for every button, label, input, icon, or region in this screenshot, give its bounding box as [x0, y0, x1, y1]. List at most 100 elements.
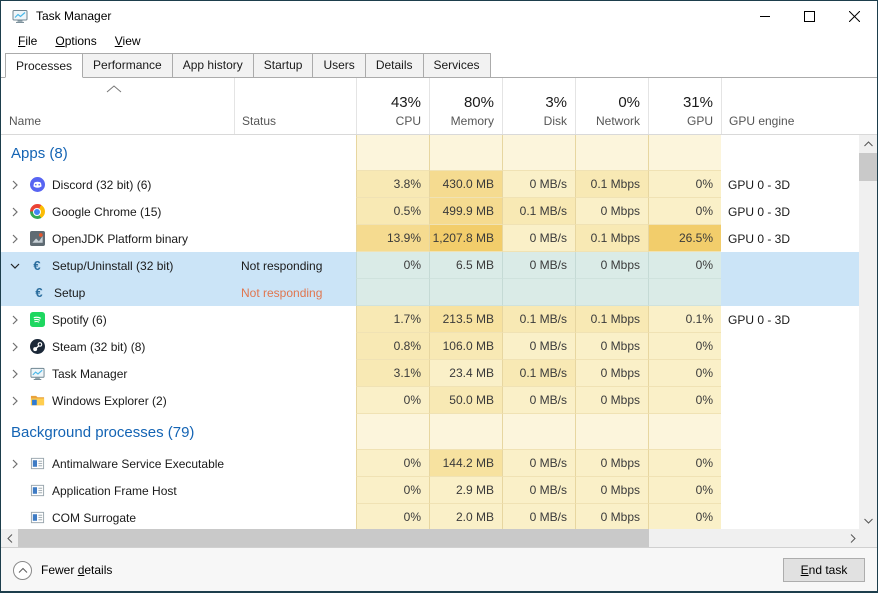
column-header-network[interactable]: 0%Network — [575, 78, 648, 134]
chevron-down-icon[interactable] — [7, 262, 23, 270]
disk-cell: 0.1 MB/s — [502, 198, 575, 225]
scroll-up-icon[interactable] — [859, 135, 877, 152]
cpu-cell: 0% — [356, 504, 429, 529]
scroll-down-icon[interactable] — [859, 512, 877, 529]
network-cell: 0 Mbps — [575, 333, 648, 360]
group-header-apps[interactable]: Apps (8) — [1, 135, 861, 171]
chevron-up-circle-icon[interactable] — [13, 561, 32, 580]
column-header-disk[interactable]: 3%Disk — [502, 78, 575, 134]
horizontal-scrollbar[interactable] — [1, 529, 861, 547]
process-row-task-manager[interactable]: Task Manager 3.1% 23.4 MB 0.1 MB/s 0 Mbp… — [1, 360, 861, 387]
gpu-engine-cell — [721, 477, 861, 504]
tab-services[interactable]: Services — [423, 53, 491, 77]
gpu-cell: 0% — [648, 360, 721, 387]
disk-cell: 0 MB/s — [502, 171, 575, 198]
fewer-details-toggle[interactable]: Fewer details — [41, 563, 112, 577]
close-button[interactable] — [832, 1, 877, 31]
vertical-scrollbar-thumb[interactable] — [859, 153, 877, 181]
cpu-cell: 1.7% — [356, 306, 429, 333]
minimize-button[interactable] — [742, 1, 787, 31]
gpu-cell: 0% — [648, 198, 721, 225]
tab-users[interactable]: Users — [312, 53, 365, 77]
group-header-background[interactable]: Background processes (79) — [1, 414, 861, 450]
process-row-setup-uninstall[interactable]: € Setup/Uninstall (32 bit) Not respondin… — [1, 252, 861, 279]
maximize-button[interactable] — [787, 1, 832, 31]
gpu-engine-cell: GPU 0 - 3D — [721, 198, 861, 225]
process-row-chrome[interactable]: Google Chrome (15) 0.5% 499.9 MB 0.1 MB/… — [1, 198, 861, 225]
menu-bar: File Options View — [1, 31, 877, 53]
chevron-right-icon[interactable] — [7, 342, 23, 352]
disk-cell: 0.1 MB/s — [502, 360, 575, 387]
chevron-right-icon[interactable] — [7, 234, 23, 244]
gpu-engine-cell: GPU 0 - 3D — [721, 225, 861, 252]
column-header-gpu[interactable]: 31%GPU — [648, 78, 721, 134]
process-row-setup-child[interactable]: € Setup Not responding — [1, 279, 861, 306]
process-row-openjdk[interactable]: OpenJDK Platform binary 13.9% 1,207.8 MB… — [1, 225, 861, 252]
tab-details[interactable]: Details — [365, 53, 424, 77]
memory-cell: 106.0 MB — [429, 333, 502, 360]
vertical-scrollbar[interactable] — [859, 135, 877, 529]
cpu-cell: 0.8% — [356, 333, 429, 360]
menu-view[interactable]: View — [106, 32, 150, 52]
chevron-right-icon[interactable] — [7, 207, 23, 217]
tab-app-history[interactable]: App history — [172, 53, 254, 77]
memory-cell: 499.9 MB — [429, 198, 502, 225]
disk-cell — [502, 279, 575, 306]
disk-cell: 0 MB/s — [502, 252, 575, 279]
task-manager-icon — [29, 366, 45, 382]
tab-performance[interactable]: Performance — [82, 53, 173, 77]
process-name: Steam (32 bit) (8) — [52, 340, 145, 354]
chevron-right-icon[interactable] — [7, 396, 23, 406]
cpu-cell: 13.9% — [356, 225, 429, 252]
process-row-discord[interactable]: Discord (32 bit) (6) 3.8% 430.0 MB 0 MB/… — [1, 171, 861, 198]
process-row-com-surrogate[interactable]: COM Surrogate 0% 2.0 MB 0 MB/s 0 Mbps 0% — [1, 504, 861, 529]
gpu-cell: 0.1% — [648, 306, 721, 333]
tab-startup[interactable]: Startup — [253, 53, 314, 77]
status-cell — [234, 477, 356, 504]
network-cell: 0.1 Mbps — [575, 171, 648, 198]
tab-processes[interactable]: Processes — [5, 53, 83, 78]
process-row-antimalware[interactable]: Antimalware Service Executable 0% 144.2 … — [1, 450, 861, 477]
process-row-spotify[interactable]: Spotify (6) 1.7% 213.5 MB 0.1 MB/s 0.1 M… — [1, 306, 861, 333]
chevron-right-icon[interactable] — [7, 315, 23, 325]
gpu-cell: 0% — [648, 387, 721, 414]
column-header-status[interactable]: Status — [234, 78, 356, 134]
tab-strip: Processes Performance App history Startu… — [1, 53, 877, 78]
process-row-app-frame-host[interactable]: Application Frame Host 0% 2.9 MB 0 MB/s … — [1, 477, 861, 504]
memory-cell: 430.0 MB — [429, 171, 502, 198]
menu-options[interactable]: Options — [46, 32, 105, 52]
chevron-right-icon[interactable] — [7, 459, 23, 469]
setup-icon: € — [29, 258, 45, 274]
column-header-gpu-engine[interactable]: GPU engine — [721, 78, 861, 134]
disk-cell: 0 MB/s — [502, 225, 575, 252]
network-cell: 0 Mbps — [575, 504, 648, 529]
app-window-icon — [29, 510, 45, 526]
process-row-windows-explorer[interactable]: Windows Explorer (2) 0% 50.0 MB 0 MB/s 0… — [1, 387, 861, 414]
horizontal-scrollbar-thumb[interactable] — [18, 529, 649, 547]
chevron-right-icon[interactable] — [7, 180, 23, 190]
column-header-name[interactable]: Name — [1, 78, 234, 134]
cpu-cell: 3.1% — [356, 360, 429, 387]
menu-file[interactable]: File — [9, 32, 46, 52]
title-bar: Task Manager — [1, 1, 877, 31]
column-header-cpu[interactable]: 43%CPU — [356, 78, 429, 134]
network-cell: 0 Mbps — [575, 360, 648, 387]
chevron-right-icon[interactable] — [7, 369, 23, 379]
scroll-left-icon[interactable] — [1, 529, 18, 547]
sort-ascending-icon — [106, 82, 122, 96]
memory-cell: 213.5 MB — [429, 306, 502, 333]
memory-cell: 1,207.8 MB — [429, 225, 502, 252]
process-name: Discord (32 bit) (6) — [52, 178, 151, 192]
process-row-steam[interactable]: Steam (32 bit) (8) 0.8% 106.0 MB 0 MB/s … — [1, 333, 861, 360]
chrome-icon — [29, 204, 45, 220]
network-cell: 0 Mbps — [575, 252, 648, 279]
cpu-cell: 0% — [356, 477, 429, 504]
task-manager-window: Task Manager File Options View Processes… — [0, 0, 878, 593]
end-task-button[interactable]: End task — [783, 558, 865, 582]
column-header-memory[interactable]: 80%Memory — [429, 78, 502, 134]
process-name: Spotify (6) — [52, 313, 107, 327]
gpu-engine-cell — [721, 279, 861, 306]
openjdk-icon — [29, 231, 45, 247]
process-name: Setup — [54, 286, 85, 300]
scroll-right-icon[interactable] — [844, 529, 861, 547]
